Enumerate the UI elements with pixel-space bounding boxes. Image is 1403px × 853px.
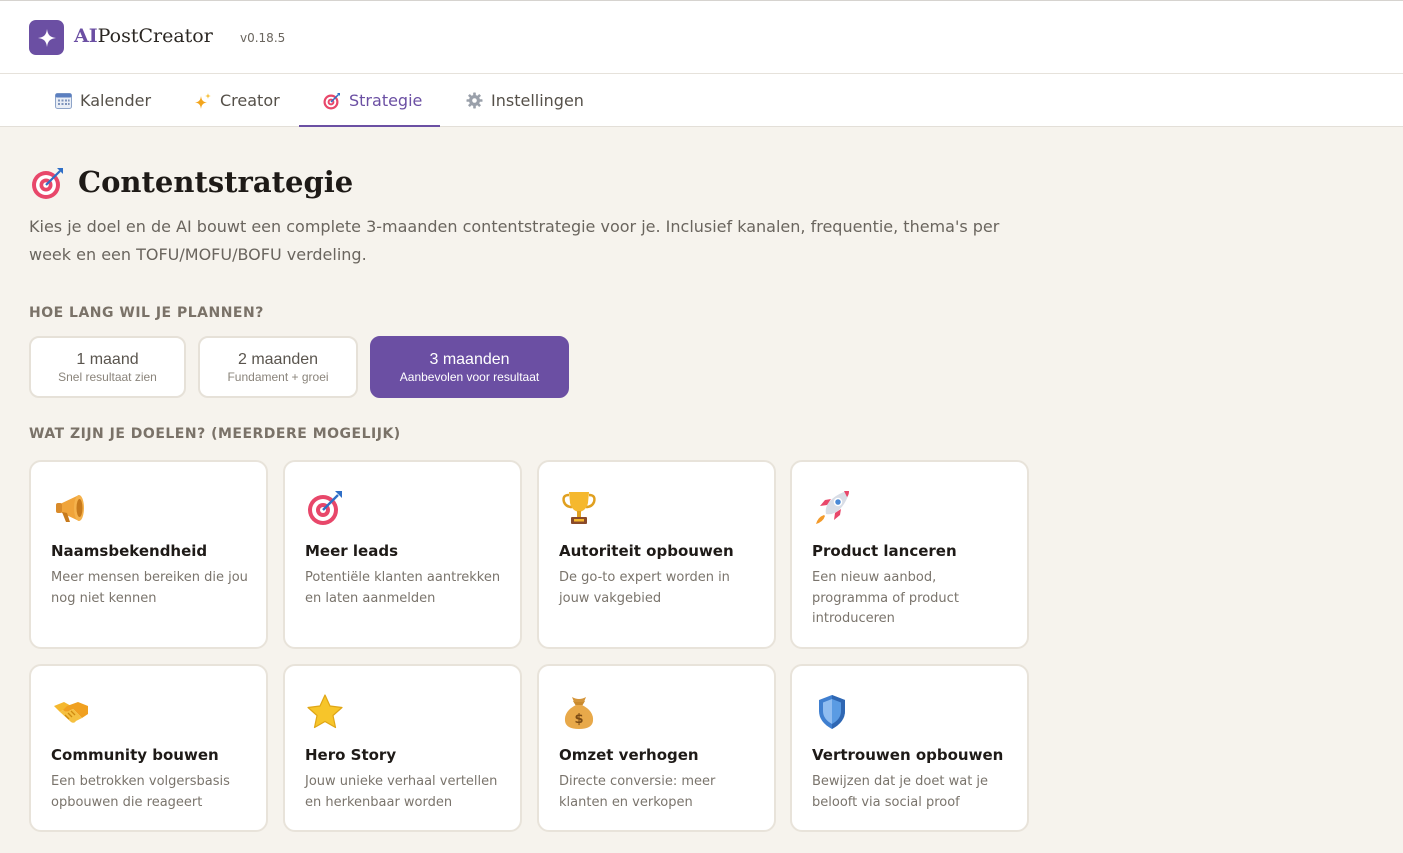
sparkles-icon: [194, 92, 212, 110]
goal-card-product-lanceren[interactable]: Product lanceren Een nieuw aanbod, progr…: [790, 460, 1029, 649]
goal-title: Meer leads: [305, 542, 398, 560]
sparkle-icon: [37, 28, 56, 47]
goal-description: Een betrokken volgersbasis opbouwen die …: [51, 774, 230, 810]
tab-kalender[interactable]: Kalender: [54, 74, 151, 127]
tab-label: Creator: [220, 91, 280, 110]
active-tab-indicator: [299, 125, 440, 127]
duration-subtitle: Fundament + groei: [227, 369, 329, 384]
page-title: Contentstrategie: [78, 165, 354, 199]
shield-icon: [812, 692, 852, 732]
goal-card-vertrouwen-opbouwen[interactable]: Vertrouwen opbouwen Bewijzen dat je doet…: [790, 664, 1029, 832]
duration-option-2-months[interactable]: 2 maanden Fundament + groei: [198, 336, 358, 398]
goal-card-hero-story[interactable]: Hero Story Jouw unieke verhaal vertellen…: [283, 664, 522, 832]
duration-title: 3 maanden: [429, 350, 510, 368]
duration-option-1-month[interactable]: 1 maand Snel resultaat zien: [29, 336, 186, 398]
calendar-icon: [54, 92, 72, 110]
app-logo[interactable]: [29, 20, 64, 55]
goal-title: Autoriteit opbouwen: [559, 542, 734, 560]
goal-description: Meer mensen bereiken die jou nog niet ke…: [51, 570, 248, 606]
goal-card-naamsbekendheid[interactable]: Naamsbekendheid Meer mensen bereiken die…: [29, 460, 268, 649]
page-intro: Kies je doel en de AI bouwt een complete…: [29, 217, 1000, 264]
tab-instellingen[interactable]: Instellingen: [465, 74, 584, 127]
target-icon: [31, 166, 65, 200]
app-name: AIPostCreator: [74, 25, 213, 47]
goal-description: Directe conversie: meer klanten en verko…: [559, 774, 716, 810]
gear-icon: [465, 92, 483, 110]
goal-title: Vertrouwen opbouwen: [812, 746, 1004, 764]
duration-title: 1 maand: [76, 350, 139, 368]
goal-description: Potentiële klanten aantrekken en laten a…: [305, 570, 501, 606]
goal-description: De go-to expert worden in jouw vakgebied: [559, 570, 730, 606]
target-icon: [305, 488, 345, 528]
duration-subtitle: Snel resultaat zien: [58, 369, 157, 384]
goal-title: Product lanceren: [812, 542, 957, 560]
money-bag-icon: $: [559, 692, 599, 732]
megaphone-icon: [51, 488, 91, 528]
tab-label: Kalender: [80, 91, 152, 110]
main-tabs: Kalender Creator Strategie Instellingen: [0, 74, 1403, 127]
svg-text:$: $: [574, 712, 583, 727]
tab-creator[interactable]: Creator: [194, 74, 280, 127]
handshake-icon: [51, 692, 91, 732]
goal-title: Naamsbekendheid: [51, 542, 208, 560]
goal-description: Jouw unieke verhaal vertellen en herkenb…: [305, 774, 498, 810]
duration-subtitle: Aanbevolen voor resultaat: [399, 369, 540, 384]
goals-section-label: WAT ZIJN JE DOELEN? (MEERDERE MOGELIJK): [29, 426, 401, 442]
goal-title: Hero Story: [305, 746, 397, 764]
duration-option-3-months[interactable]: 3 maanden Aanbevolen voor resultaat: [370, 336, 569, 398]
tab-label: Strategie: [349, 91, 423, 110]
goal-card-autoriteit-opbouwen[interactable]: Autoriteit opbouwen De go-to expert word…: [537, 460, 776, 649]
rocket-icon: [812, 488, 852, 528]
app-header: AIPostCreator v0.18.5: [0, 0, 1403, 74]
target-icon: [323, 92, 341, 110]
tab-strategie[interactable]: Strategie: [323, 74, 422, 127]
duration-title: 2 maanden: [237, 350, 319, 368]
goal-description: Bewijzen dat je doet wat je belooft via …: [812, 774, 989, 810]
app-version: v0.18.5: [240, 31, 286, 45]
tab-label: Instellingen: [491, 91, 584, 110]
star-icon: [305, 692, 345, 732]
goal-title: Community bouwen: [51, 746, 219, 764]
goal-card-community-bouwen[interactable]: Community bouwen Een betrokken volgersba…: [29, 664, 268, 832]
goal-title: Omzet verhogen: [559, 746, 699, 764]
trophy-icon: [559, 488, 599, 528]
goal-card-omzet-verhogen[interactable]: $ Omzet verhogen Directe conversie: meer…: [537, 664, 776, 832]
duration-section-label: HOE LANG WIL JE PLANNEN?: [29, 305, 264, 321]
goal-description: Een nieuw aanbod, programma of product i…: [812, 570, 959, 626]
goal-card-meer-leads[interactable]: Meer leads Potentiële klanten aantrekken…: [283, 460, 522, 649]
